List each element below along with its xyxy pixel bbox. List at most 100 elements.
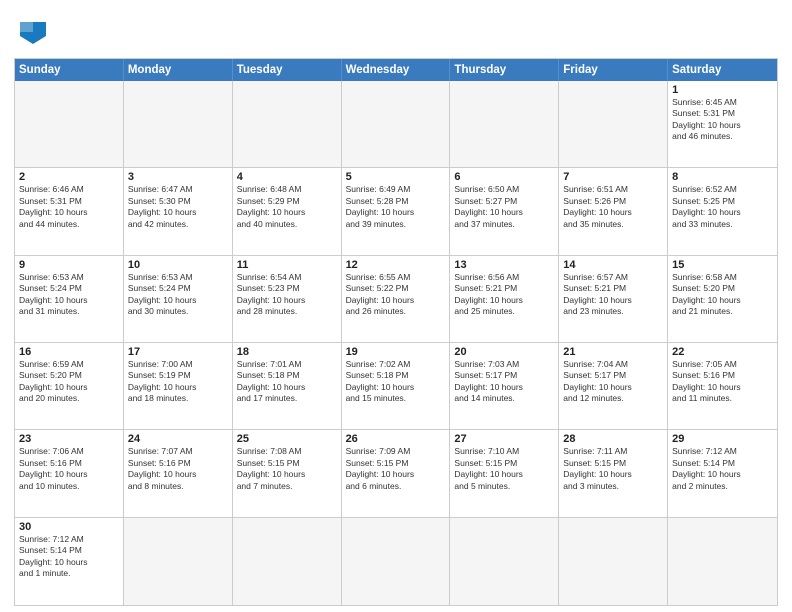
day-info: Sunrise: 6:51 AM Sunset: 5:26 PM Dayligh… (563, 184, 663, 230)
day-cell: 27Sunrise: 7:10 AM Sunset: 5:15 PM Dayli… (450, 430, 559, 516)
day-cell: 5Sunrise: 6:49 AM Sunset: 5:28 PM Daylig… (342, 168, 451, 254)
day-cell: 22Sunrise: 7:05 AM Sunset: 5:16 PM Dayli… (668, 343, 777, 429)
day-info: Sunrise: 7:02 AM Sunset: 5:18 PM Dayligh… (346, 359, 446, 405)
day-cell: 15Sunrise: 6:58 AM Sunset: 5:20 PM Dayli… (668, 256, 777, 342)
day-cell (124, 81, 233, 167)
day-cell (668, 518, 777, 605)
week-row: 23Sunrise: 7:06 AM Sunset: 5:16 PM Dayli… (15, 430, 777, 517)
day-number: 3 (128, 171, 228, 183)
day-cell: 13Sunrise: 6:56 AM Sunset: 5:21 PM Dayli… (450, 256, 559, 342)
day-cell (342, 518, 451, 605)
day-number: 30 (19, 521, 119, 533)
calendar: SundayMondayTuesdayWednesdayThursdayFrid… (14, 58, 778, 606)
week-row: 30Sunrise: 7:12 AM Sunset: 5:14 PM Dayli… (15, 518, 777, 605)
day-info: Sunrise: 7:11 AM Sunset: 5:15 PM Dayligh… (563, 446, 663, 492)
day-number: 19 (346, 346, 446, 358)
day-info: Sunrise: 6:45 AM Sunset: 5:31 PM Dayligh… (672, 97, 773, 143)
day-info: Sunrise: 7:00 AM Sunset: 5:19 PM Dayligh… (128, 359, 228, 405)
day-number: 28 (563, 433, 663, 445)
day-info: Sunrise: 6:55 AM Sunset: 5:22 PM Dayligh… (346, 272, 446, 318)
day-number: 20 (454, 346, 554, 358)
day-cell (342, 81, 451, 167)
day-cell: 18Sunrise: 7:01 AM Sunset: 5:18 PM Dayli… (233, 343, 342, 429)
day-info: Sunrise: 7:09 AM Sunset: 5:15 PM Dayligh… (346, 446, 446, 492)
logo (14, 14, 56, 52)
day-cell (450, 81, 559, 167)
day-cell: 19Sunrise: 7:02 AM Sunset: 5:18 PM Dayli… (342, 343, 451, 429)
day-cell: 4Sunrise: 6:48 AM Sunset: 5:29 PM Daylig… (233, 168, 342, 254)
day-cell: 16Sunrise: 6:59 AM Sunset: 5:20 PM Dayli… (15, 343, 124, 429)
day-cell: 12Sunrise: 6:55 AM Sunset: 5:22 PM Dayli… (342, 256, 451, 342)
day-number: 6 (454, 171, 554, 183)
day-info: Sunrise: 6:53 AM Sunset: 5:24 PM Dayligh… (128, 272, 228, 318)
day-number: 15 (672, 259, 773, 271)
calendar-page: SundayMondayTuesdayWednesdayThursdayFrid… (0, 0, 792, 612)
calendar-body: 1Sunrise: 6:45 AM Sunset: 5:31 PM Daylig… (15, 81, 777, 605)
day-number: 23 (19, 433, 119, 445)
day-info: Sunrise: 7:04 AM Sunset: 5:17 PM Dayligh… (563, 359, 663, 405)
day-info: Sunrise: 6:57 AM Sunset: 5:21 PM Dayligh… (563, 272, 663, 318)
day-cell: 20Sunrise: 7:03 AM Sunset: 5:17 PM Dayli… (450, 343, 559, 429)
header (14, 10, 778, 52)
day-info: Sunrise: 6:52 AM Sunset: 5:25 PM Dayligh… (672, 184, 773, 230)
logo-icon (14, 14, 52, 52)
day-cell: 14Sunrise: 6:57 AM Sunset: 5:21 PM Dayli… (559, 256, 668, 342)
day-header-tuesday: Tuesday (233, 59, 342, 81)
day-header-thursday: Thursday (450, 59, 559, 81)
day-cell: 21Sunrise: 7:04 AM Sunset: 5:17 PM Dayli… (559, 343, 668, 429)
day-cell: 24Sunrise: 7:07 AM Sunset: 5:16 PM Dayli… (124, 430, 233, 516)
day-header-sunday: Sunday (15, 59, 124, 81)
day-cell: 1Sunrise: 6:45 AM Sunset: 5:31 PM Daylig… (668, 81, 777, 167)
day-number: 13 (454, 259, 554, 271)
day-number: 27 (454, 433, 554, 445)
day-number: 9 (19, 259, 119, 271)
day-cell: 7Sunrise: 6:51 AM Sunset: 5:26 PM Daylig… (559, 168, 668, 254)
day-cell (15, 81, 124, 167)
day-cell: 29Sunrise: 7:12 AM Sunset: 5:14 PM Dayli… (668, 430, 777, 516)
day-cell: 2Sunrise: 6:46 AM Sunset: 5:31 PM Daylig… (15, 168, 124, 254)
day-cell: 6Sunrise: 6:50 AM Sunset: 5:27 PM Daylig… (450, 168, 559, 254)
day-number: 10 (128, 259, 228, 271)
day-number: 22 (672, 346, 773, 358)
day-info: Sunrise: 6:47 AM Sunset: 5:30 PM Dayligh… (128, 184, 228, 230)
day-info: Sunrise: 7:12 AM Sunset: 5:14 PM Dayligh… (672, 446, 773, 492)
day-number: 8 (672, 171, 773, 183)
day-info: Sunrise: 6:59 AM Sunset: 5:20 PM Dayligh… (19, 359, 119, 405)
day-number: 2 (19, 171, 119, 183)
day-info: Sunrise: 7:08 AM Sunset: 5:15 PM Dayligh… (237, 446, 337, 492)
day-info: Sunrise: 6:50 AM Sunset: 5:27 PM Dayligh… (454, 184, 554, 230)
day-info: Sunrise: 7:12 AM Sunset: 5:14 PM Dayligh… (19, 534, 119, 580)
day-info: Sunrise: 7:10 AM Sunset: 5:15 PM Dayligh… (454, 446, 554, 492)
day-info: Sunrise: 6:56 AM Sunset: 5:21 PM Dayligh… (454, 272, 554, 318)
day-cell: 3Sunrise: 6:47 AM Sunset: 5:30 PM Daylig… (124, 168, 233, 254)
day-info: Sunrise: 6:48 AM Sunset: 5:29 PM Dayligh… (237, 184, 337, 230)
day-number: 24 (128, 433, 228, 445)
day-header-wednesday: Wednesday (342, 59, 451, 81)
day-number: 25 (237, 433, 337, 445)
day-cell: 28Sunrise: 7:11 AM Sunset: 5:15 PM Dayli… (559, 430, 668, 516)
day-info: Sunrise: 7:01 AM Sunset: 5:18 PM Dayligh… (237, 359, 337, 405)
day-cell (559, 518, 668, 605)
day-number: 26 (346, 433, 446, 445)
day-cell: 30Sunrise: 7:12 AM Sunset: 5:14 PM Dayli… (15, 518, 124, 605)
day-cell: 26Sunrise: 7:09 AM Sunset: 5:15 PM Dayli… (342, 430, 451, 516)
week-row: 1Sunrise: 6:45 AM Sunset: 5:31 PM Daylig… (15, 81, 777, 168)
day-info: Sunrise: 6:49 AM Sunset: 5:28 PM Dayligh… (346, 184, 446, 230)
day-info: Sunrise: 6:58 AM Sunset: 5:20 PM Dayligh… (672, 272, 773, 318)
day-info: Sunrise: 6:54 AM Sunset: 5:23 PM Dayligh… (237, 272, 337, 318)
day-info: Sunrise: 6:46 AM Sunset: 5:31 PM Dayligh… (19, 184, 119, 230)
day-number: 17 (128, 346, 228, 358)
day-cell (233, 518, 342, 605)
day-number: 7 (563, 171, 663, 183)
day-info: Sunrise: 7:05 AM Sunset: 5:16 PM Dayligh… (672, 359, 773, 405)
day-cell: 23Sunrise: 7:06 AM Sunset: 5:16 PM Dayli… (15, 430, 124, 516)
day-cell: 10Sunrise: 6:53 AM Sunset: 5:24 PM Dayli… (124, 256, 233, 342)
day-cell: 11Sunrise: 6:54 AM Sunset: 5:23 PM Dayli… (233, 256, 342, 342)
day-cell (559, 81, 668, 167)
day-cell: 8Sunrise: 6:52 AM Sunset: 5:25 PM Daylig… (668, 168, 777, 254)
day-info: Sunrise: 7:06 AM Sunset: 5:16 PM Dayligh… (19, 446, 119, 492)
day-cell (124, 518, 233, 605)
day-info: Sunrise: 6:53 AM Sunset: 5:24 PM Dayligh… (19, 272, 119, 318)
day-info: Sunrise: 7:07 AM Sunset: 5:16 PM Dayligh… (128, 446, 228, 492)
day-number: 11 (237, 259, 337, 271)
